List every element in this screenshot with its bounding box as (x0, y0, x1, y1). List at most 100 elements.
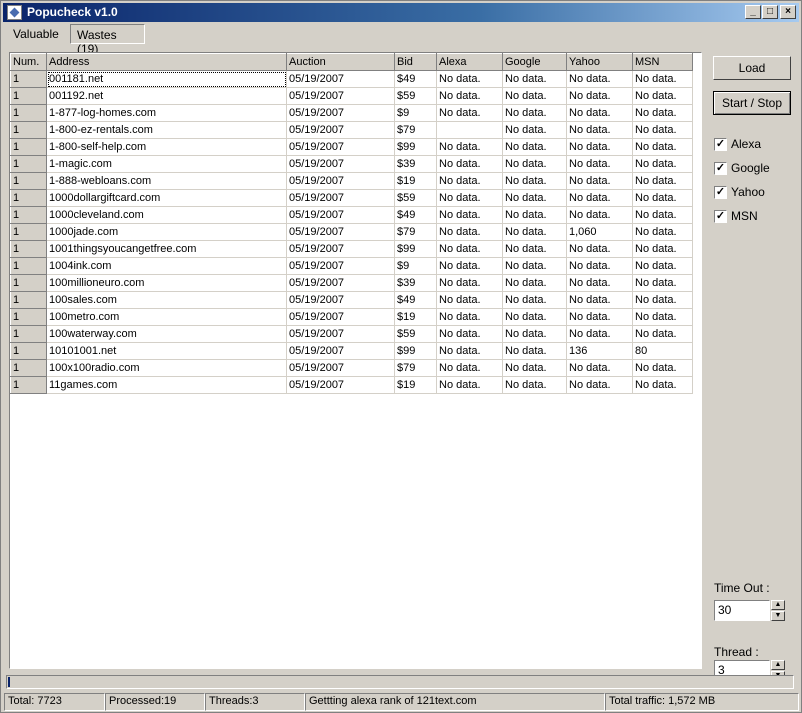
yahoo-cell: No data. (566, 104, 633, 122)
google-cell: No data. (502, 376, 567, 394)
address-cell: 100x100radio.com (46, 359, 287, 377)
tab-wastes[interactable]: Wastes (19) (70, 24, 145, 56)
yahoo-cell: No data. (566, 291, 633, 309)
alexa-cell: No data. (436, 291, 503, 309)
table-row[interactable]: 1 1001thingsyoucangetfree.com 05/19/2007 $9… (10, 240, 693, 258)
progress-bar (6, 675, 794, 689)
google-cell: No data. (502, 189, 567, 207)
msn-cell: 80 (632, 342, 693, 360)
table-row[interactable]: 1 1000jade.com 05/19/2007 $79 No data. No dat… (10, 223, 693, 241)
maximize-button[interactable]: □ (762, 5, 778, 19)
num-cell: 1 (10, 342, 47, 360)
thread-up-icon[interactable]: ▲ (771, 660, 785, 670)
table-row[interactable]: 1 1-800-self-help.com 05/19/2007 $99 No data… (10, 138, 693, 156)
domains-grid[interactable]: Num. Address Auction Bid Alexa Google Yahoo MSN… (9, 52, 702, 669)
table-row[interactable]: 1 11games.com 05/19/2007 $19 No data. No data… (10, 376, 693, 394)
status-processed: Processed:19 (105, 693, 205, 711)
column-header[interactable]: Bid (394, 53, 437, 71)
column-header[interactable]: Yahoo (566, 53, 633, 71)
yahoo-cell: No data. (566, 87, 633, 105)
msn-check-icon[interactable]: ✓ (714, 210, 727, 223)
num-cell: 1 (10, 274, 47, 292)
alexa-cell: No data. (436, 87, 503, 105)
table-row[interactable]: 1 100waterway.com 05/19/2007 $59 No data. No … (10, 325, 693, 343)
status-message: Gettting alexa rank of 121text.com (305, 693, 605, 711)
load-button[interactable]: Load (713, 56, 791, 80)
table-row[interactable]: 1 1004ink.com 05/19/2007 $9 No data. No data.… (10, 257, 693, 275)
column-header[interactable]: Google (502, 53, 567, 71)
address-cell: 100sales.com (46, 291, 287, 309)
table-row[interactable]: 1 1-888-webloans.com 05/19/2007 $19 No data.… (10, 172, 693, 190)
column-header[interactable]: Address (46, 53, 287, 71)
address-cell: 001192.net (46, 87, 287, 105)
table-row[interactable]: 1 1-877-log-homes.com 05/19/2007 $9 No data.… (10, 104, 693, 122)
timeout-down-icon[interactable]: ▼ (771, 611, 785, 621)
auction-cell: 05/19/2007 (286, 138, 395, 156)
google-cell: No data. (502, 223, 567, 241)
auction-cell: 05/19/2007 (286, 308, 395, 326)
google-check-icon[interactable]: ✓ (714, 162, 727, 175)
google-cell: No data. (502, 342, 567, 360)
num-cell: 1 (10, 325, 47, 343)
google-cell: No data. (502, 325, 567, 343)
table-row[interactable]: 1 1-800-ez-rentals.com 05/19/2007 $79 No dat… (10, 121, 693, 139)
bid-cell: $49 (394, 70, 437, 88)
table-row[interactable]: 1 001181.net 05/19/2007 $49 No data. No data.… (10, 70, 693, 88)
table-row[interactable]: 1 001192.net 05/19/2007 $59 No data. No data.… (10, 87, 693, 105)
table-row[interactable]: 1 1000dollargiftcard.com 05/19/2007 $59 No d… (10, 189, 693, 207)
minimize-button[interactable]: _ (745, 5, 761, 19)
alexa-cell: No data. (436, 70, 503, 88)
alexa-cell: No data. (436, 274, 503, 292)
google-cell: No data. (502, 104, 567, 122)
column-header[interactable]: Auction (286, 53, 395, 71)
msn-cell: No data. (632, 206, 693, 224)
yahoo-check-icon[interactable]: ✓ (714, 186, 727, 199)
num-cell: 1 (10, 104, 47, 122)
bid-cell: $59 (394, 87, 437, 105)
num-cell: 1 (10, 359, 47, 377)
tab-valuable[interactable]: Valuable (7, 24, 63, 44)
num-cell: 1 (10, 172, 47, 190)
alexa-cell: No data. (436, 206, 503, 224)
address-cell: 1000cleveland.com (46, 206, 287, 224)
column-header[interactable]: MSN (632, 53, 693, 71)
auction-cell: 05/19/2007 (286, 70, 395, 88)
table-row[interactable]: 1 10101001.net 05/19/2007 $99 No data. No dat… (10, 342, 693, 360)
domains-table: Num. Address Auction Bid Alexa Google Yahoo MSN… (10, 53, 693, 394)
timeout-input[interactable]: 30 (714, 600, 770, 621)
num-cell: 1 (10, 155, 47, 173)
address-cell: 1-888-webloans.com (46, 172, 287, 190)
msn-cell: No data. (632, 155, 693, 173)
table-row[interactable]: 1 100millioneuro.com 05/19/2007 $39 No data.… (10, 274, 693, 292)
column-header[interactable]: Num. (10, 53, 47, 71)
table-row[interactable]: 1 100sales.com 05/19/2007 $49 No data. No dat… (10, 291, 693, 309)
table-row[interactable]: 1 1-magic.com 05/19/2007 $39 No data. No data… (10, 155, 693, 173)
column-header[interactable]: Alexa (436, 53, 503, 71)
auction-cell: 05/19/2007 (286, 155, 395, 173)
bid-cell: $99 (394, 138, 437, 156)
close-button[interactable]: × (780, 5, 796, 19)
num-cell: 1 (10, 138, 47, 156)
table-row[interactable]: 1 1000cleveland.com 05/19/2007 $49 No data. N… (10, 206, 693, 224)
google-cell: No data. (502, 121, 567, 139)
bid-cell: $19 (394, 172, 437, 190)
auction-cell: 05/19/2007 (286, 87, 395, 105)
alexa-cell: No data. (436, 104, 503, 122)
table-row[interactable]: 1 100x100radio.com 05/19/2007 $79 No data. No… (10, 359, 693, 377)
address-cell: 1-877-log-homes.com (46, 104, 287, 122)
google-cell: No data. (502, 138, 567, 156)
auction-cell: 05/19/2007 (286, 274, 395, 292)
table-header: Num. Address Auction Bid Alexa Google Yahoo MSN (10, 53, 693, 71)
table-row[interactable]: 1 100metro.com 05/19/2007 $19 No data. No dat… (10, 308, 693, 326)
title-bar[interactable]: Popucheck v1.0 _ □ × (3, 3, 799, 22)
bid-cell: $39 (394, 274, 437, 292)
alexa-check-icon[interactable]: ✓ (714, 138, 727, 151)
yahoo-cell: No data. (566, 70, 633, 88)
timeout-up-icon[interactable]: ▲ (771, 600, 785, 610)
msn-cell: No data. (632, 70, 693, 88)
bid-cell: $59 (394, 325, 437, 343)
msn-cell: No data. (632, 223, 693, 241)
start-stop-button[interactable]: Start / Stop (713, 91, 791, 115)
auction-cell: 05/19/2007 (286, 104, 395, 122)
address-cell: 10101001.net (46, 342, 287, 360)
